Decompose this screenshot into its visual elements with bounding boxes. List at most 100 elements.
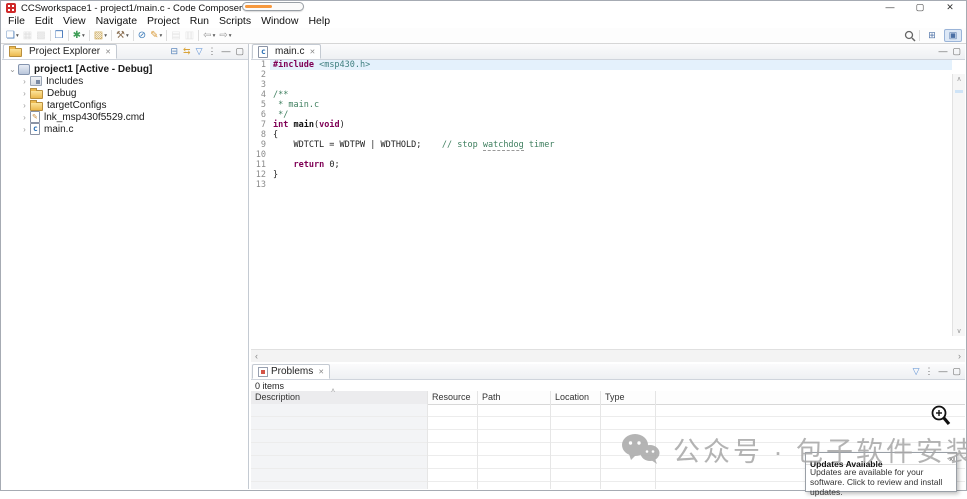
view-menu-icon[interactable]: ⋮ xyxy=(924,364,933,379)
chevron-right-icon[interactable]: › xyxy=(20,101,29,110)
code-line-12[interactable]: 12} xyxy=(251,170,952,180)
chevron-right-icon[interactable]: › xyxy=(20,89,29,98)
menu-scripts[interactable]: Scripts xyxy=(214,15,256,28)
dropdown-icon[interactable]: ▾ xyxy=(126,33,129,39)
menu-file[interactable]: File xyxy=(3,15,30,28)
menu-navigate[interactable]: Navigate xyxy=(91,15,142,28)
dropdown-icon[interactable]: ▾ xyxy=(213,33,216,39)
popup-body[interactable]: Updates are available for your software.… xyxy=(806,465,956,499)
forward-button[interactable]: ⇨ ▾ xyxy=(217,29,233,42)
chevron-down-icon[interactable]: ⌄ xyxy=(8,65,17,74)
code-segment: timer xyxy=(523,140,555,150)
editor-tab-label: main.c xyxy=(275,46,305,57)
toolbar-separator xyxy=(166,30,168,41)
code-segment: ) xyxy=(339,120,345,130)
launch-button[interactable]: ⊘ xyxy=(136,29,148,42)
column-header-description[interactable]: Description ˄ xyxy=(251,388,428,404)
console-button[interactable]: ❒ xyxy=(53,29,66,42)
column-header-path[interactable]: Path xyxy=(478,391,551,404)
code-lines[interactable]: 1 #include <msp430.h> 2 3 4/** 5 * main.c 6 */… xyxy=(251,60,952,349)
dropdown-icon[interactable]: ▾ xyxy=(82,33,85,39)
save-all-button: ▩ xyxy=(34,29,47,42)
code-line-2[interactable]: 2 xyxy=(251,70,952,80)
popup-close-button[interactable]: x xyxy=(949,454,953,463)
code-line-5[interactable]: 5 * main.c xyxy=(251,100,952,110)
new-file-button[interactable]: ❏ ▾ xyxy=(4,29,21,42)
menu-help[interactable]: Help xyxy=(303,15,335,28)
line-number: 5 xyxy=(251,100,270,110)
code-line-9[interactable]: 9 WDTCTL = WDTPW | WDTHOLD; // stop watc… xyxy=(251,140,952,151)
code-line-11[interactable]: 11 return 0; xyxy=(251,160,952,170)
filter-icon[interactable]: ▽ xyxy=(913,364,920,379)
ccs-edit-perspective-button[interactable]: ▣ xyxy=(944,29,962,42)
dropdown-icon[interactable]: ▾ xyxy=(229,33,232,39)
line-number: 8 xyxy=(251,130,270,140)
chevron-right-icon[interactable]: › xyxy=(20,125,29,134)
link-with-editor-icon[interactable]: ⇆ xyxy=(183,44,191,59)
column-header-resource[interactable]: Resource xyxy=(428,391,478,404)
code-line-13[interactable]: 13 xyxy=(251,180,952,190)
dropdown-icon[interactable]: ▾ xyxy=(160,33,163,39)
menu-run[interactable]: Run xyxy=(185,15,214,28)
code-line-6[interactable]: 6 */ xyxy=(251,110,952,120)
code-line-1[interactable]: 1 #include <msp430.h> xyxy=(251,60,952,70)
horizontal-scrollbar[interactable]: ‹ › xyxy=(251,349,965,362)
chevron-right-icon[interactable]: › xyxy=(20,77,29,86)
view-menu-icon[interactable]: ⋮ xyxy=(207,44,216,59)
code-line-4[interactable]: 4/** xyxy=(251,90,952,100)
maximize-view-icon[interactable]: ▢ xyxy=(952,44,961,59)
build-button[interactable]: ⚒ ▾ xyxy=(114,29,131,42)
cmd-file-icon xyxy=(30,111,40,123)
column-header-location[interactable]: Location xyxy=(551,391,601,404)
code-line-3[interactable]: 3 xyxy=(251,80,952,90)
tab-main-c[interactable]: main.c ✕ xyxy=(252,44,322,59)
tree-item-main-c[interactable]: › main.c xyxy=(2,123,248,135)
code-area[interactable]: 1 #include <msp430.h> 2 3 4/** 5 * main.c 6 */… xyxy=(251,59,965,349)
vertical-scrollbar[interactable]: ∧ ∨ xyxy=(952,74,965,336)
scroll-up-icon[interactable]: ∧ xyxy=(953,75,965,83)
chevron-right-icon[interactable]: › xyxy=(20,113,29,122)
scroll-down-icon[interactable]: ∨ xyxy=(953,327,965,335)
tree-item-lnk-msp430f5529-cmd[interactable]: › lnk_msp430f5529.cmd xyxy=(2,111,248,123)
debug-button[interactable]: ✱ ▾ xyxy=(71,29,87,42)
back-button[interactable]: ⇦ ▾ xyxy=(201,29,217,42)
tree-item-debug[interactable]: › Debug xyxy=(2,87,248,99)
tab-problems[interactable]: Problems ✕ xyxy=(252,364,331,379)
code-line-8[interactable]: 8{ xyxy=(251,130,952,140)
menu-view[interactable]: View xyxy=(58,15,91,28)
code-line-7[interactable]: 7 int main(void) xyxy=(251,120,952,130)
line-number: 7 xyxy=(251,120,270,130)
maximize-view-icon[interactable]: ▢ xyxy=(952,364,961,379)
minimize-window-button[interactable]: — xyxy=(879,1,901,14)
tree-item-project1-active-debug[interactable]: ⌄ project1 [Active - Debug] xyxy=(2,63,248,75)
menu-project[interactable]: Project xyxy=(142,15,185,28)
filter-icon[interactable]: ▽ xyxy=(196,44,203,59)
code-line-10[interactable]: 10 xyxy=(251,150,952,160)
dropdown-icon[interactable]: ▾ xyxy=(16,33,19,39)
tree-item-targetconfigs[interactable]: › targetConfigs xyxy=(2,99,248,111)
scroll-right-icon[interactable]: › xyxy=(958,350,961,362)
code-segment: * main.c xyxy=(273,100,320,110)
maximize-view-icon[interactable]: ▢ xyxy=(235,44,244,59)
column-label: Location xyxy=(555,392,590,402)
new-project-button[interactable]: ▨ ▾ xyxy=(92,29,109,42)
minimize-view-icon[interactable]: — xyxy=(221,44,230,59)
menu-window[interactable]: Window xyxy=(256,15,303,28)
close-tab-icon[interactable]: ✕ xyxy=(309,48,315,56)
open-perspective-button[interactable]: ⊞ xyxy=(923,29,941,42)
dropdown-icon[interactable]: ▾ xyxy=(104,33,107,39)
search-icon[interactable] xyxy=(904,30,916,42)
close-window-button[interactable]: ✕ xyxy=(939,1,961,14)
tree-item-includes[interactable]: › Includes xyxy=(2,75,248,87)
flash-button[interactable]: ✎ ▾ xyxy=(148,29,164,42)
scroll-left-icon[interactable]: ‹ xyxy=(255,350,258,362)
maximize-window-button[interactable]: ▢ xyxy=(909,1,931,14)
close-tab-icon[interactable]: ✕ xyxy=(105,48,111,56)
tab-project-explorer[interactable]: Project Explorer ✕ xyxy=(3,44,118,59)
minimize-view-icon[interactable]: — xyxy=(938,364,947,379)
minimize-view-icon[interactable]: — xyxy=(938,44,947,59)
column-header-type[interactable]: Type xyxy=(601,391,656,404)
collapse-all-icon[interactable]: ⊟ xyxy=(170,44,178,59)
menu-edit[interactable]: Edit xyxy=(30,15,58,28)
close-tab-icon[interactable]: ✕ xyxy=(318,368,324,376)
